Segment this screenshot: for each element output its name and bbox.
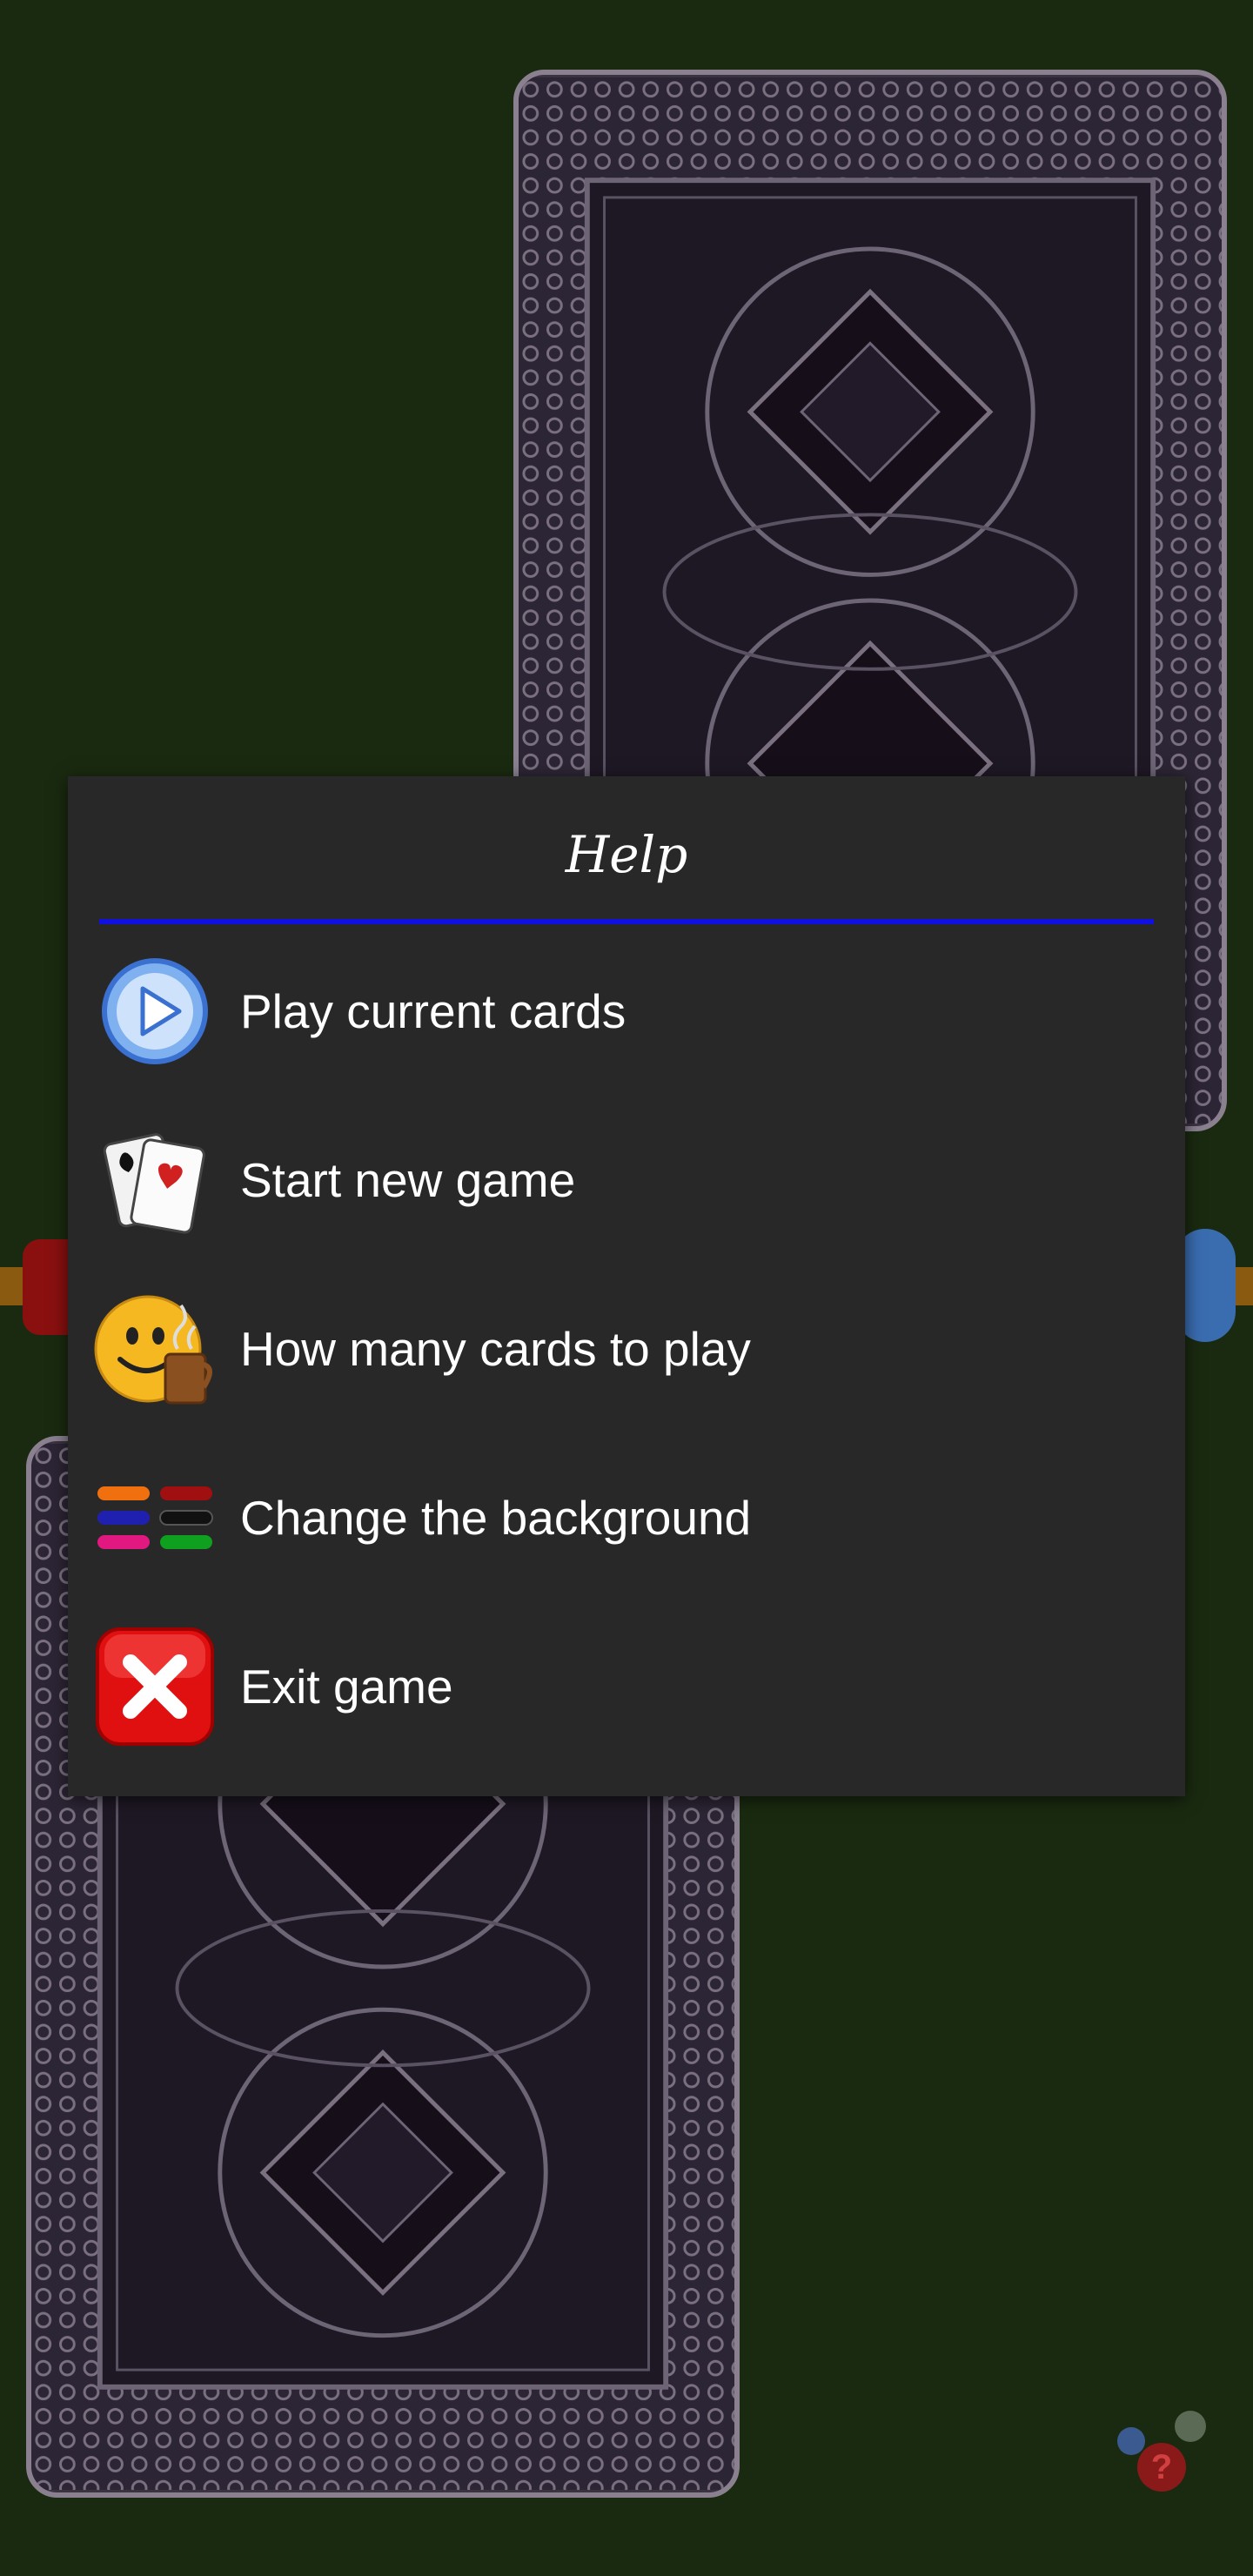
smiley-coffee-icon	[94, 1288, 216, 1410]
cards-icon	[94, 1119, 216, 1241]
play-icon	[94, 950, 216, 1072]
title-divider	[99, 919, 1154, 924]
menu-item-label: Play current cards	[240, 984, 626, 1038]
close-icon	[94, 1626, 216, 1748]
svg-text:?: ?	[1151, 2448, 1172, 2486]
menu-item-play-current-cards[interactable]: Play current cards	[94, 942, 1159, 1081]
color-bars-icon	[94, 1457, 216, 1579]
help-dialog: Help Play current cards Start new game H…	[68, 776, 1185, 1796]
help-question-icon[interactable]: ?	[1114, 2402, 1209, 2498]
menu-item-label: How many cards to play	[240, 1322, 751, 1376]
menu-item-how-many-cards[interactable]: How many cards to play	[94, 1279, 1159, 1419]
menu-item-label: Start new game	[240, 1153, 576, 1207]
dialog-title: Help	[565, 825, 688, 884]
menu-item-start-new-game[interactable]: Start new game	[94, 1110, 1159, 1250]
menu-item-exit-game[interactable]: Exit game	[94, 1617, 1159, 1756]
menu-item-change-background[interactable]: Change the background	[94, 1448, 1159, 1587]
menu-item-label: Exit game	[240, 1660, 453, 1714]
menu-item-label: Change the background	[240, 1491, 752, 1545]
